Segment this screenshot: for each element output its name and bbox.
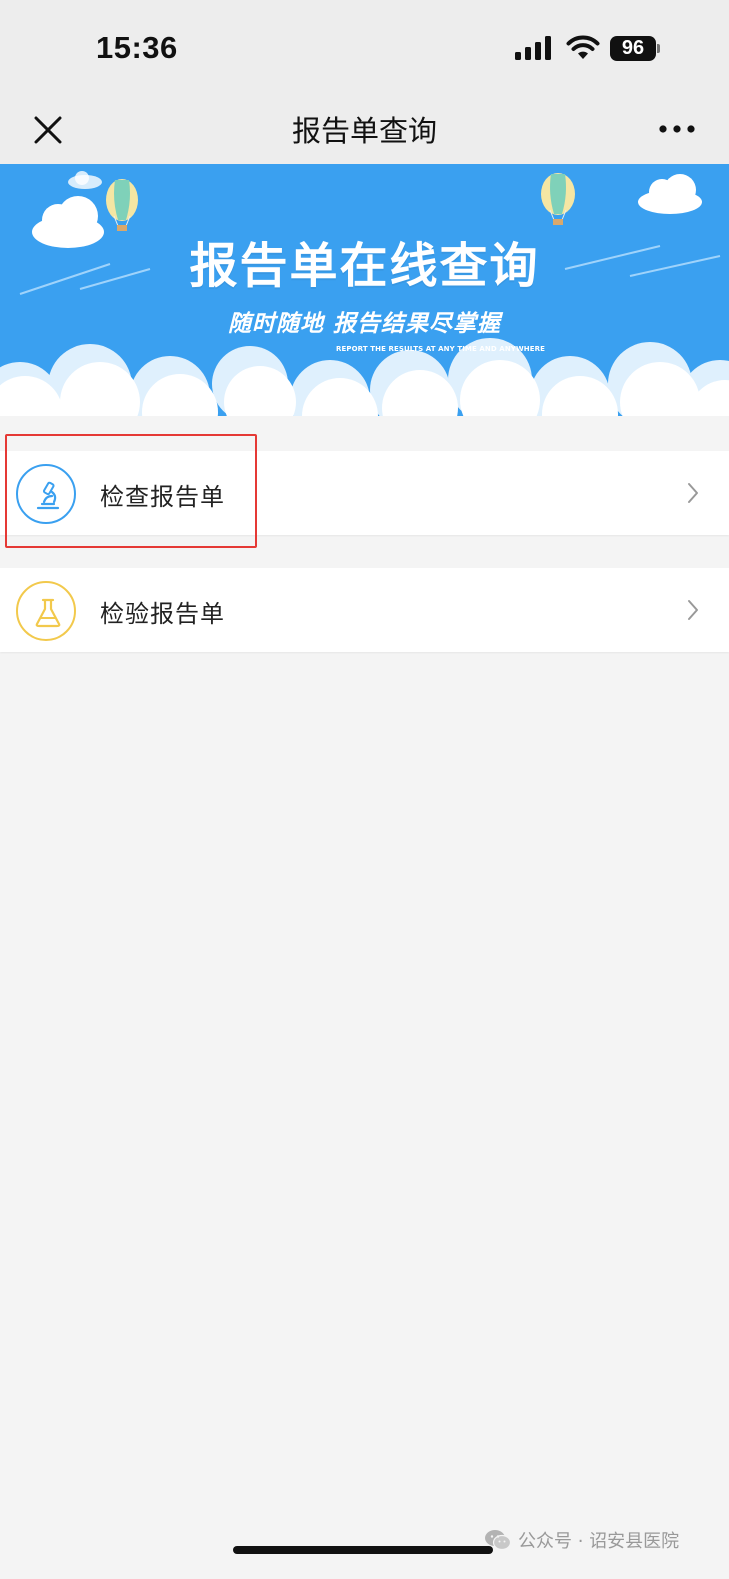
microscope-icon (16, 464, 76, 524)
banner-english-caption: REPORT THE RESULTS AT ANY TIME AND ANYWH… (336, 345, 545, 353)
chevron-right-icon (688, 600, 698, 620)
banner: 报告单在线查询 随时随地 报告结果尽掌握 REPORT THE RESULTS … (0, 164, 729, 416)
battery-icon: 96 (610, 36, 656, 61)
battery-level: 96 (621, 37, 645, 59)
watermark-text: 公众号 · 诏安县医院 (518, 1531, 680, 1552)
home-indicator[interactable] (233, 1546, 493, 1554)
menu-item-label: 检查报告单 (100, 483, 225, 511)
banner-title: 报告单在线查询 (189, 238, 540, 294)
watermark: 公众号 · 诏安县医院 (484, 1526, 679, 1554)
menu-item-lab-report[interactable]: 检验报告单 (0, 568, 729, 652)
flask-icon (16, 581, 76, 641)
more-icon[interactable] (658, 124, 696, 134)
status-time: 15:36 (96, 30, 178, 65)
nav-bar: 报告单查询 (0, 96, 729, 164)
wifi-icon (566, 35, 600, 59)
signal-icon (515, 36, 551, 60)
battery-nub (657, 44, 660, 53)
status-bar: 15:36 96 (0, 0, 729, 96)
menu-item-examination-report[interactable]: 检查报告单 (0, 451, 729, 535)
chevron-right-icon (688, 483, 698, 503)
page-title: 报告单查询 (291, 114, 437, 148)
banner-subtitle: 随时随地 报告结果尽掌握 (227, 311, 501, 337)
menu-item-label: 检验报告单 (100, 600, 225, 628)
